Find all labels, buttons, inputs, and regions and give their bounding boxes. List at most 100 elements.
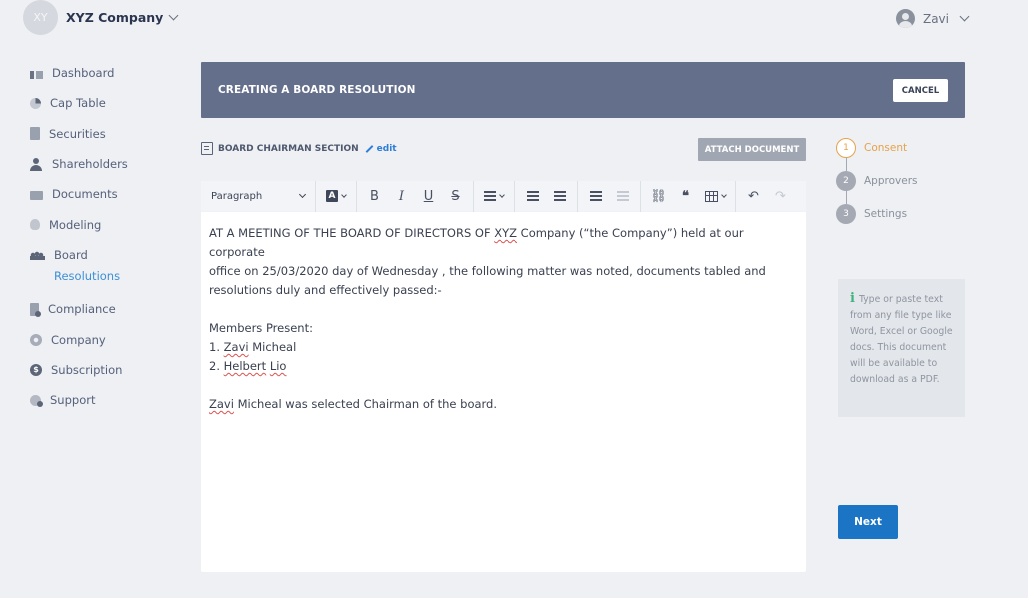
paragraph-style-value: Paragraph — [211, 190, 263, 202]
document-edit-icon — [201, 142, 213, 155]
step-number: 1 — [836, 137, 856, 158]
dollar-icon: $ — [30, 363, 42, 376]
user-avatar-icon — [895, 9, 915, 28]
sidebar: Dashboard Cap Table Securities Sharehold… — [30, 58, 190, 415]
strikethrough-icon: S — [451, 188, 460, 204]
edit-label: edit — [376, 143, 397, 154]
alignment-button[interactable] — [478, 181, 510, 212]
step-settings[interactable]: 3 Settings — [836, 203, 917, 224]
sidebar-item-company[interactable]: Company — [30, 324, 190, 354]
paragraph-style-dropdown[interactable]: Paragraph — [201, 180, 316, 212]
company-avatar[interactable]: XY — [23, 0, 58, 35]
step-consent[interactable]: 1 Consent — [836, 137, 917, 158]
redo-icon: ↷ — [775, 188, 786, 204]
step-label: Approvers — [864, 174, 918, 187]
member-item: 1. Zavi Micheal — [209, 340, 297, 354]
sidebar-subitem-resolutions[interactable]: Resolutions — [30, 264, 190, 288]
info-text: Type or paste text from any file type li… — [850, 294, 953, 385]
info-icon: i — [850, 291, 855, 306]
sidebar-item-subscription[interactable]: $ Subscription — [30, 355, 190, 385]
font-color-button[interactable]: A — [320, 181, 352, 212]
info-panel: i Type or paste text from any file type l… — [838, 279, 965, 417]
step-connector — [845, 190, 847, 204]
italic-button[interactable]: I — [388, 181, 415, 212]
step-number: 2 — [836, 170, 856, 191]
paragraph: office on 25/03/2020 day of Wednesday , … — [209, 264, 766, 278]
pie-chart-icon — [30, 97, 41, 109]
attach-document-button[interactable]: ATTACH DOCUMENT — [698, 138, 806, 161]
step-approvers[interactable]: 2 Approvers — [836, 170, 918, 191]
rich-text-editor: Paragraph A B I U S ⛓ ❝ ↶ ↷ AT A MEETING… — [201, 180, 806, 572]
user-menu[interactable]: Zavi — [895, 9, 970, 28]
company-switcher[interactable]: XYZ Company — [66, 10, 179, 25]
sidebar-item-shareholders[interactable]: Shareholders — [30, 149, 190, 179]
numbered-list-icon — [526, 191, 539, 201]
folder-icon — [30, 190, 43, 200]
insert-table-button[interactable] — [699, 181, 731, 212]
sidebar-item-label: Cap Table — [50, 96, 106, 111]
sidebar-item-support[interactable]: Support — [30, 385, 190, 415]
page-banner: CREATING A BOARD RESOLUTION CANCEL — [201, 62, 965, 118]
sidebar-item-dashboard[interactable]: Dashboard — [30, 58, 190, 88]
font-color-icon: A — [326, 190, 338, 202]
section-header: BOARD CHAIRMAN SECTION edit — [201, 142, 397, 155]
sidebar-item-label: Dashboard — [52, 66, 115, 81]
step-label: Consent — [864, 141, 908, 154]
pencil-icon — [365, 145, 374, 153]
undo-button[interactable]: ↶ — [740, 181, 767, 212]
decrease-indent-button[interactable] — [609, 181, 636, 212]
strikethrough-button[interactable]: S — [442, 181, 469, 212]
section-title: BOARD CHAIRMAN SECTION — [218, 143, 359, 154]
sidebar-item-label: Compliance — [48, 302, 116, 317]
edit-link[interactable]: edit — [365, 144, 397, 154]
history-group: ↶ ↷ — [736, 181, 798, 212]
dashboard-icon — [30, 70, 43, 79]
person-icon — [30, 157, 43, 171]
cancel-button[interactable]: CANCEL — [893, 79, 948, 102]
increase-indent-button[interactable] — [582, 181, 609, 212]
clipboard-icon — [30, 127, 40, 141]
member-item: 2. Helbert Lio — [209, 359, 287, 373]
bulleted-list-button[interactable] — [546, 181, 573, 212]
sidebar-item-label: Support — [50, 393, 96, 408]
link-button[interactable]: ⛓ — [645, 181, 672, 212]
board-icon — [30, 249, 45, 261]
step-label: Settings — [864, 207, 908, 220]
outdent-icon — [616, 191, 629, 201]
sidebar-item-label: Board — [54, 247, 88, 262]
chevron-down-icon — [168, 10, 179, 21]
sidebar-item-documents[interactable]: Documents — [30, 179, 190, 209]
alignment-group — [474, 180, 515, 212]
next-button[interactable]: Next — [838, 505, 898, 539]
chevron-down-icon — [341, 191, 347, 198]
document-badge-icon — [30, 302, 41, 317]
quote-icon: ❝ — [682, 188, 689, 204]
redo-button[interactable]: ↷ — [767, 181, 794, 212]
underline-button[interactable]: U — [415, 181, 442, 212]
sidebar-item-label: Subscription — [51, 362, 123, 377]
sidebar-item-compliance[interactable]: Compliance — [30, 294, 190, 324]
text-style-group: B I U S — [357, 180, 474, 212]
insert-group: ⛓ ❝ — [641, 180, 736, 212]
blockquote-button[interactable]: ❝ — [672, 181, 699, 212]
sidebar-item-modeling[interactable]: Modeling — [30, 209, 190, 239]
step-number: 3 — [836, 203, 856, 224]
chevron-down-icon — [499, 191, 505, 198]
page-title: CREATING A BOARD RESOLUTION — [218, 84, 416, 96]
bold-button[interactable]: B — [361, 181, 388, 212]
bulleted-list-icon — [553, 191, 566, 201]
sidebar-item-label: Modeling — [49, 217, 102, 232]
sidebar-item-label: Securities — [49, 126, 106, 141]
editor-toolbar: Paragraph A B I U S ⛓ ❝ ↶ ↷ — [201, 180, 806, 212]
paragraph: Zavi Micheal was selected Chairman of th… — [209, 397, 498, 411]
sidebar-item-cap-table[interactable]: Cap Table — [30, 88, 190, 118]
gear-icon — [30, 333, 42, 346]
company-name: XYZ Company — [66, 10, 164, 25]
numbered-list-button[interactable] — [519, 181, 546, 212]
undo-icon: ↶ — [748, 188, 759, 204]
editor-content[interactable]: AT A MEETING OF THE BOARD OF DIRECTORS O… — [201, 212, 806, 426]
sidebar-item-securities[interactable]: Securities — [30, 119, 190, 149]
step-connector — [845, 157, 847, 171]
